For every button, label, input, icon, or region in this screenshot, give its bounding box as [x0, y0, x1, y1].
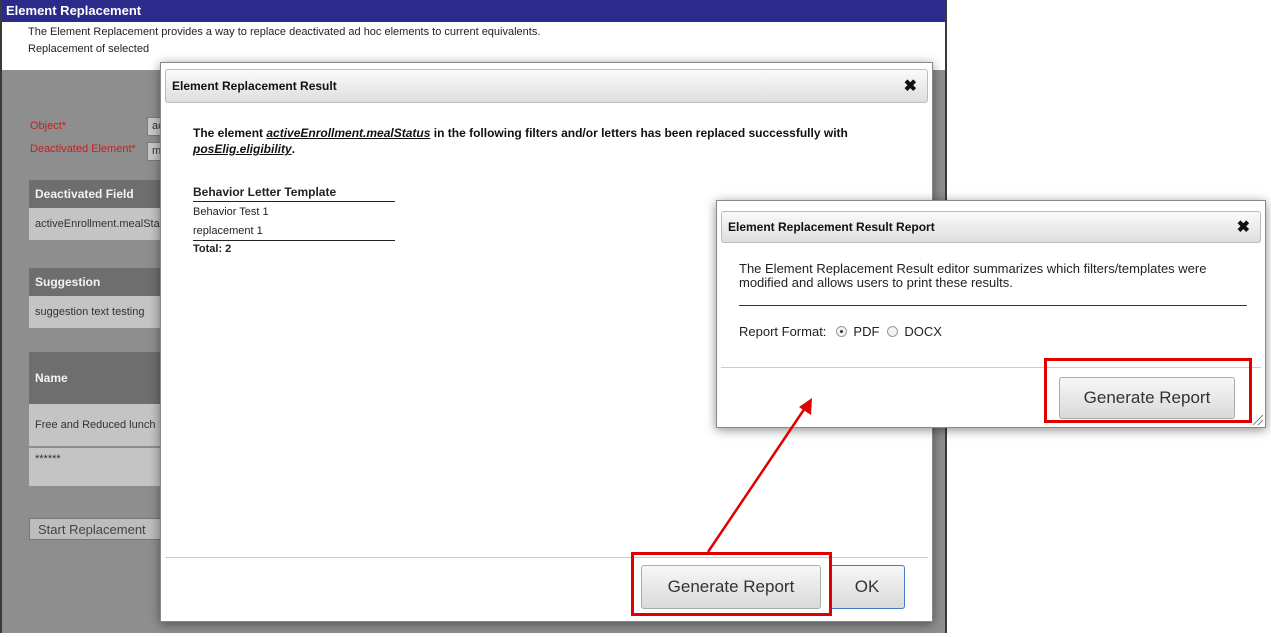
table-header: Behavior Letter Template: [193, 185, 395, 202]
report-dialog-title: Element Replacement Result Report: [728, 220, 935, 234]
page-title: Element Replacement: [2, 0, 945, 22]
highlight-box: [1044, 358, 1252, 423]
result-message: The element activeEnrollment.mealStatus …: [193, 125, 913, 157]
table-total: Total: 2: [193, 240, 395, 255]
start-replacement-button[interactable]: Start Replacement: [29, 518, 169, 540]
name-header: Name: [29, 352, 169, 404]
deactivated-field-header: Deactivated Field: [29, 180, 169, 208]
result-dialog-title: Element Replacement Result: [172, 79, 337, 93]
resize-handle-icon[interactable]: [1253, 415, 1263, 425]
name-row: ******: [29, 448, 169, 486]
object-label: Object*: [30, 120, 67, 132]
suggestion-value: suggestion text testing: [29, 296, 169, 328]
docx-radio[interactable]: [887, 326, 899, 337]
old-element-name: activeEnrollment.mealStatus: [266, 126, 431, 140]
new-element-name: posElig.eligibility: [193, 142, 292, 156]
docx-radio-label[interactable]: DOCX: [904, 324, 942, 339]
deactivated-element-label: Deactivated Element*: [30, 143, 136, 155]
replaced-filters-table: Behavior Letter Template Behavior Test 1…: [193, 185, 395, 255]
pdf-radio-label[interactable]: PDF: [853, 324, 879, 339]
result-dialog-titlebar: Element Replacement Result ✖: [165, 69, 928, 103]
highlight-box: [631, 552, 832, 616]
ok-button[interactable]: OK: [829, 565, 905, 609]
message-prefix: The element: [193, 126, 267, 140]
message-middle: in the following filters and/or letters …: [430, 126, 848, 140]
message-suffix: .: [291, 142, 296, 156]
table-row: replacement 1: [193, 225, 263, 237]
description-line-1: The Element Replacement provides a way t…: [28, 26, 541, 38]
name-row: Free and Reduced lunch: [29, 404, 169, 446]
report-description: The Element Replacement Result editor su…: [739, 261, 1207, 290]
deactivated-field-value: activeEnrollment.mealSta: [29, 208, 169, 240]
report-format-group: Report Format: PDF DOCX: [739, 324, 942, 339]
suggestion-header: Suggestion: [29, 268, 169, 296]
report-dialog-titlebar: Element Replacement Result Report ✖: [721, 211, 1261, 243]
close-icon[interactable]: ✖: [1237, 217, 1250, 237]
pdf-radio[interactable]: [836, 326, 848, 337]
report-format-label: Report Format:: [739, 324, 827, 339]
divider: [739, 305, 1247, 306]
close-icon[interactable]: ✖: [904, 76, 917, 96]
table-row: Behavior Test 1: [193, 206, 269, 218]
page-description: The Element Replacement provides a way t…: [2, 22, 945, 58]
description-line-2: Replacement of selected: [28, 43, 150, 55]
